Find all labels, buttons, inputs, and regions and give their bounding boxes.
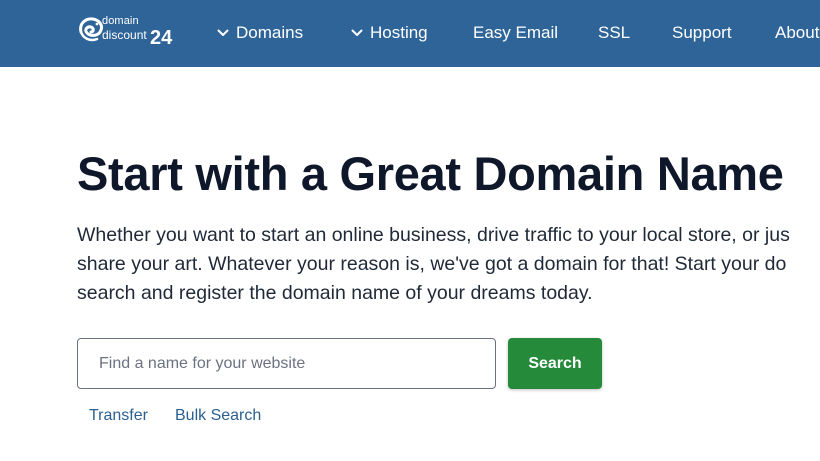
nav-item-support[interactable]: Support (672, 22, 732, 44)
nav-item-domains[interactable]: Domains (216, 22, 303, 44)
hero-description-line: Whether you want to start an online busi… (77, 224, 790, 246)
nav-item-label: Support (672, 23, 732, 42)
page-title: Start with a Great Domain Name (77, 147, 784, 200)
nav-item-label: Hosting (370, 23, 428, 42)
brand-text-bottom: discount (102, 28, 147, 42)
chameleon-icon (79, 17, 103, 42)
nav-item-ssl[interactable]: SSL (598, 22, 630, 44)
hero-description-line: share your art. Whatever your reason is,… (77, 253, 787, 275)
transfer-link[interactable]: Transfer (89, 405, 148, 427)
top-navigation-bar: domain discount 24 Domains Hosting Easy … (0, 0, 820, 67)
domain-search-input[interactable] (77, 338, 496, 389)
hero-description: Whether you want to start an online busi… (77, 221, 820, 308)
brand-number: 24 (150, 27, 173, 49)
hero-description-line: search and register the domain name of y… (77, 282, 593, 304)
bulk-search-link[interactable]: Bulk Search (175, 405, 261, 427)
nav-item-hosting[interactable]: Hosting (350, 22, 428, 44)
chevron-down-icon (217, 29, 229, 36)
brand-text-top: domain (102, 15, 139, 27)
nav-item-easy-email[interactable]: Easy Email (473, 22, 558, 44)
nav-item-label: SSL (598, 23, 631, 42)
brand-logo[interactable]: domain discount 24 (76, 14, 186, 54)
nav-item-label: Domains (236, 23, 304, 42)
nav-item-label: Easy Email (473, 23, 559, 42)
nav-item-label: About (775, 23, 820, 42)
chevron-down-icon (351, 29, 363, 36)
nav-item-about[interactable]: About (775, 22, 819, 44)
search-button[interactable]: Search (508, 338, 602, 389)
